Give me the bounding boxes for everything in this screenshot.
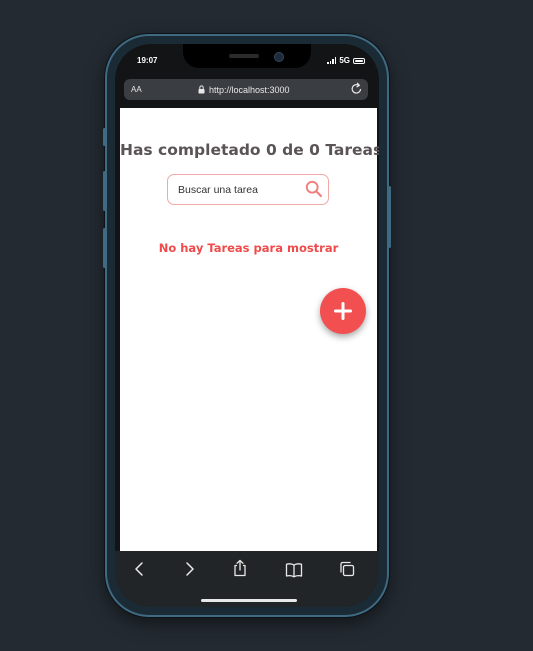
back-icon[interactable] — [133, 561, 147, 577]
search-box[interactable] — [167, 174, 329, 205]
volume-down-button — [103, 228, 106, 268]
reload-icon[interactable] — [350, 82, 363, 96]
signal-icon — [327, 57, 337, 64]
tabs-icon[interactable] — [339, 561, 355, 577]
home-indicator — [201, 599, 297, 602]
share-icon[interactable] — [232, 559, 248, 577]
status-time: 19:07 — [137, 56, 158, 65]
url-text: http://localhost:3000 — [209, 84, 290, 95]
bookmarks-icon[interactable] — [285, 562, 303, 578]
forward-icon[interactable] — [182, 561, 196, 577]
text-size-button[interactable]: AA — [131, 85, 142, 94]
task-counter-title: Has completado 0 de 0 Tareas — [120, 141, 379, 159]
volume-up-button — [103, 171, 106, 211]
phone-frame: 19:07 5G AA http://localhost:3000 Has co… — [103, 34, 391, 617]
battery-icon — [353, 57, 365, 64]
add-task-button[interactable] — [320, 288, 366, 334]
url-display[interactable]: http://localhost:3000 — [198, 85, 290, 95]
speaker — [229, 54, 259, 58]
notch — [183, 44, 311, 68]
phone-screen: 19:07 5G AA http://localhost:3000 Has co… — [115, 44, 379, 607]
lock-icon — [198, 85, 205, 94]
status-indicators: 5G — [327, 56, 365, 65]
web-page: Has completado 0 de 0 Tareas No hay Tare… — [120, 108, 379, 551]
empty-tasks-message: No hay Tareas para mostrar — [158, 241, 339, 255]
address-bar[interactable]: AA http://localhost:3000 — [124, 79, 368, 100]
network-label: 5G — [339, 56, 350, 65]
search-icon[interactable] — [305, 180, 323, 198]
plus-icon — [334, 302, 352, 320]
silent-switch — [103, 128, 106, 146]
search-input[interactable] — [176, 175, 300, 205]
browser-toolbar — [115, 551, 379, 607]
camera — [274, 52, 284, 62]
power-button — [388, 186, 391, 248]
